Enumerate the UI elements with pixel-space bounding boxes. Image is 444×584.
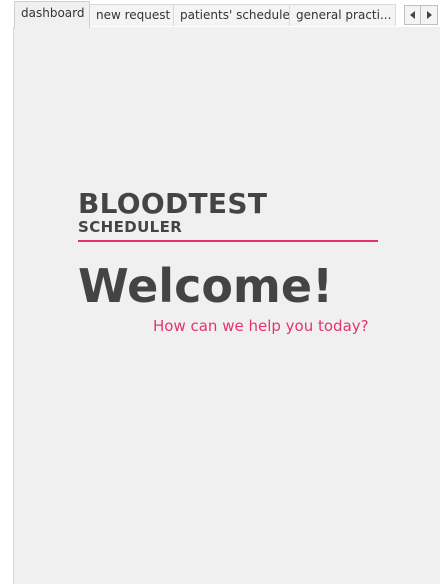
logo-title: BLOODTEST xyxy=(78,187,268,220)
tab-scroll-controls xyxy=(404,5,438,25)
logo-divider xyxy=(78,240,378,242)
welcome-tagline: How can we help you today? xyxy=(153,317,369,335)
dashboard-panel: BLOODTEST SCHEDULER Welcome! How can we … xyxy=(13,27,440,584)
tab-patients-schedule[interactable]: patients' schedule xyxy=(173,4,290,26)
chevron-right-icon xyxy=(426,11,432,19)
tab-scroll-left-button[interactable] xyxy=(404,5,421,25)
chevron-left-icon xyxy=(410,11,415,19)
tab-strip: dashboard new request patients' schedule… xyxy=(0,0,444,28)
tab-general-practitioners[interactable]: general practi... xyxy=(289,4,396,26)
logo-subtitle: SCHEDULER xyxy=(78,218,183,236)
tab-scroll-right-button[interactable] xyxy=(421,5,438,25)
tab-dashboard[interactable]: dashboard xyxy=(14,1,90,28)
welcome-heading: Welcome! xyxy=(78,259,334,313)
tab-new-request[interactable]: new request xyxy=(89,4,174,26)
